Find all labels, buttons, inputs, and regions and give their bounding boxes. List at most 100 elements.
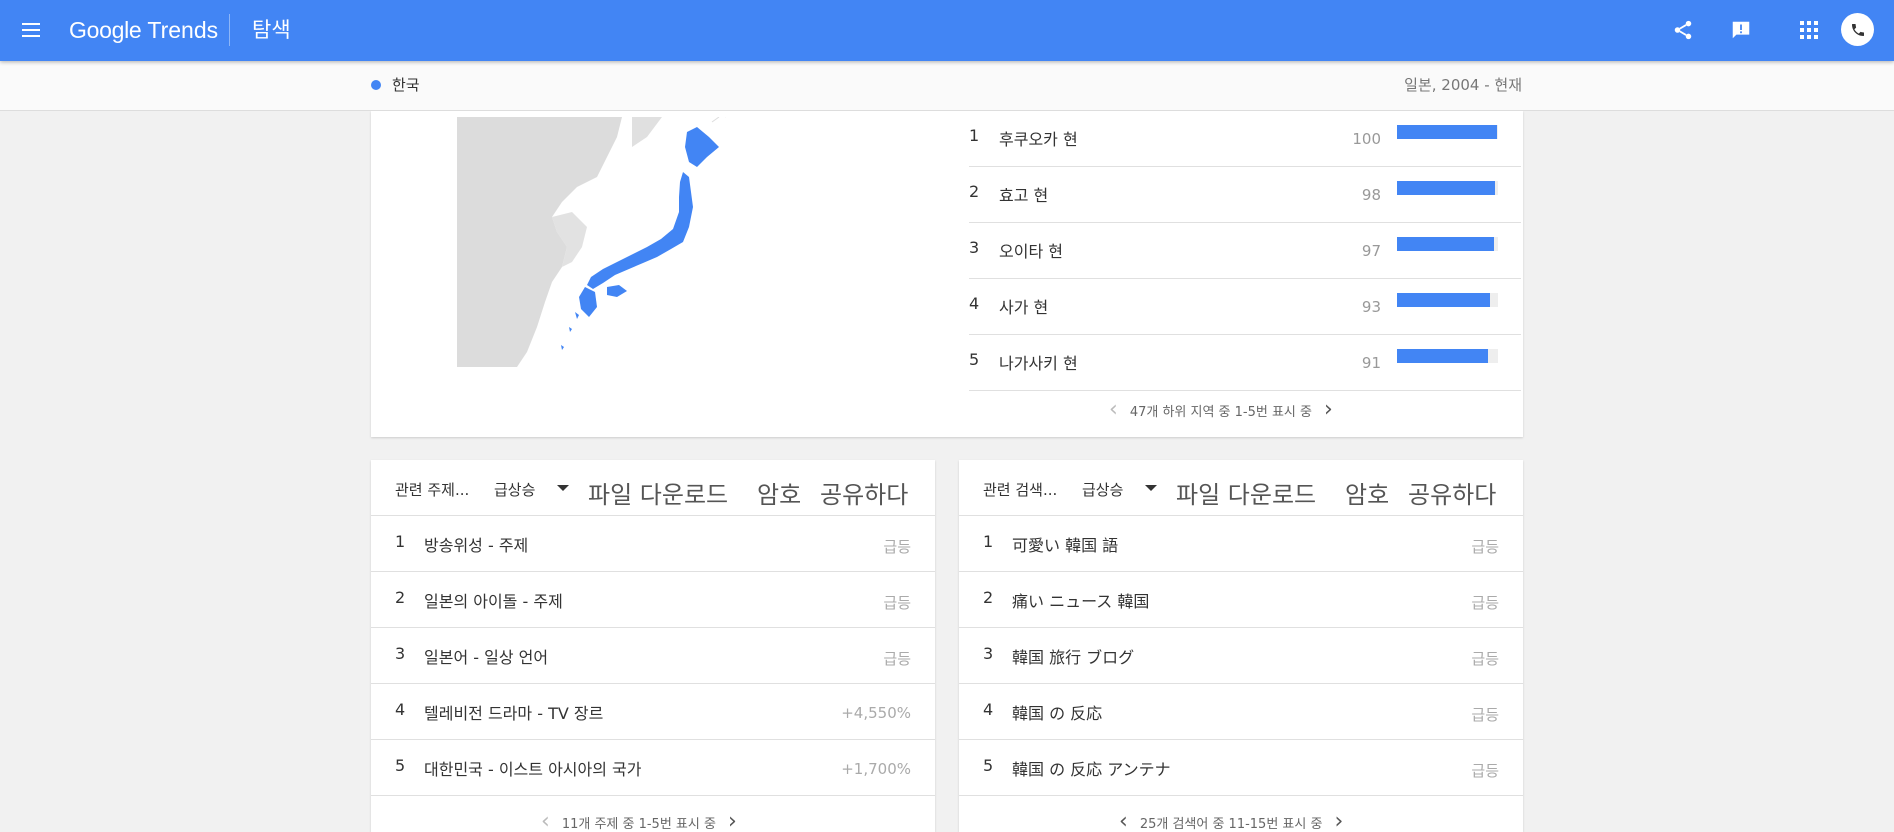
related-topic-row[interactable]: 1 방송위성 - 주제 급등: [371, 516, 935, 572]
region-row[interactable]: 1 후쿠오카 현 100: [969, 111, 1521, 167]
query-value: 급등: [1471, 706, 1499, 724]
related-query-row[interactable]: 5 韓国 の 反応 アンテナ 급등: [959, 740, 1523, 796]
region-bar-track: [1397, 125, 1498, 139]
queries-pager: ‹ 25개 검색어 중 11-15번 표시 중 ›: [1119, 811, 1343, 832]
region-row[interactable]: 4 사가 현 93: [969, 279, 1521, 335]
topic-name: 텔레비전 드라마 - TV 장르: [424, 704, 604, 723]
region-name: 나가사키 현: [999, 354, 1078, 373]
topic-rank: 1: [395, 532, 406, 551]
interest-by-region-card: 1 후쿠오카 현 100 2 효고 현 98 3 오이타 현 97 4 사가 현…: [371, 111, 1523, 437]
related-topic-row[interactable]: 3 일본어 - 일상 언어 급등: [371, 628, 935, 684]
query-value: 급등: [1471, 538, 1499, 556]
search-term-label[interactable]: 한국: [392, 74, 420, 95]
query-name: 韓国 の 反応 アンテナ: [1012, 760, 1171, 779]
topic-name: 일본의 아이돌 - 주제: [424, 592, 563, 611]
region-bar-track: [1397, 237, 1498, 251]
share-icon[interactable]: [1670, 17, 1696, 43]
region-value: 98: [1361, 186, 1381, 204]
topic-rank: 4: [395, 700, 406, 719]
region-name: 효고 현: [999, 186, 1049, 205]
region-row[interactable]: 2 효고 현 98: [969, 167, 1521, 223]
pager-prev-icon[interactable]: ‹: [1119, 811, 1128, 832]
related-queries-filter[interactable]: 급상승: [1082, 479, 1123, 500]
query-name: 韓国 旅行 ブログ: [1012, 648, 1135, 667]
share-button[interactable]: 공유하다: [820, 475, 908, 510]
region-name: 후쿠오카 현: [999, 130, 1078, 149]
related-queries-title: 관련 검색...: [983, 481, 1058, 499]
region-rank: 5: [969, 350, 980, 369]
term-color-dot: [371, 80, 381, 90]
menu-icon[interactable]: [19, 18, 43, 42]
logo-divider: [229, 14, 230, 46]
pager-next-icon[interactable]: ›: [1324, 399, 1333, 421]
topic-name: 방송위성 - 주제: [424, 536, 529, 555]
app-bar: Google Trends 탐색: [0, 0, 1894, 61]
region-bar-fill: [1397, 349, 1488, 363]
query-rank: 5: [983, 756, 994, 775]
logo-trends-text: Trends: [147, 16, 219, 43]
related-topics-title: 관련 주제...: [395, 481, 470, 499]
topic-name: 대한민국 - 이스트 아시아의 국가: [424, 760, 642, 779]
comparison-bar: [0, 61, 1894, 111]
feedback-icon[interactable]: [1728, 17, 1754, 43]
topic-value: 급등: [883, 594, 911, 612]
related-query-row[interactable]: 3 韓国 旅行 ブログ 급등: [959, 628, 1523, 684]
google-trends-logo[interactable]: Google Trends: [69, 14, 218, 46]
page-title: 탐색: [252, 18, 291, 42]
region-bar-fill: [1397, 125, 1497, 139]
related-topic-row[interactable]: 4 텔레비전 드라마 - TV 장르 +4,550%: [371, 684, 935, 740]
related-topics-card: 관련 주제... 급상승 파일 다운로드 암호 공유하다 1 방송위성 - 주제…: [371, 460, 935, 832]
region-pager-text: 47개 하위 지역 중 1-5번 표시 중: [1129, 404, 1312, 420]
embed-button[interactable]: 암호: [1345, 475, 1389, 510]
query-name: 痛い ニュース 韓国: [1012, 592, 1150, 611]
pager-prev-icon[interactable]: ‹: [541, 811, 550, 832]
logo-google-text: Google: [69, 16, 142, 43]
download-button[interactable]: 파일 다운로드: [588, 475, 728, 510]
topic-name: 일본어 - 일상 언어: [424, 648, 549, 667]
region-rank: 3: [969, 238, 980, 257]
query-value: 급등: [1471, 762, 1499, 780]
region-row[interactable]: 3 오이타 현 97: [969, 223, 1521, 279]
share-button[interactable]: 공유하다: [1408, 475, 1496, 510]
apps-grid-icon[interactable]: [1796, 17, 1822, 43]
pager-prev-icon[interactable]: ‹: [1109, 399, 1118, 421]
queries-pager-text: 25개 검색어 중 11-15번 표시 중: [1139, 816, 1323, 832]
region-row[interactable]: 5 나가사키 현 91: [969, 335, 1521, 391]
related-query-row[interactable]: 1 可愛い 韓国 語 급등: [959, 516, 1523, 572]
query-value: 급등: [1471, 594, 1499, 612]
scope-label: 일본, 2004 - 현재: [1404, 76, 1522, 94]
topic-value: +4,550%: [841, 704, 911, 722]
topic-value: +1,700%: [841, 760, 911, 778]
query-rank: 1: [983, 532, 994, 551]
chevron-down-icon[interactable]: [557, 485, 569, 491]
related-topic-row[interactable]: 5 대한민국 - 이스트 아시아의 국가 +1,700%: [371, 740, 935, 796]
related-topics-filter[interactable]: 급상승: [494, 479, 535, 500]
related-topic-row[interactable]: 2 일본의 아이돌 - 주제 급등: [371, 572, 935, 628]
japan-region-map[interactable]: [457, 111, 757, 367]
region-bar-fill: [1397, 293, 1490, 307]
region-bar-track: [1397, 181, 1498, 195]
account-avatar-phone-icon[interactable]: [1841, 13, 1874, 46]
region-name: 오이타 현: [999, 242, 1063, 261]
related-query-row[interactable]: 2 痛い ニュース 韓国 급등: [959, 572, 1523, 628]
region-value: 91: [1361, 354, 1381, 372]
region-name: 사가 현: [999, 298, 1049, 317]
query-rank: 3: [983, 644, 994, 663]
topic-rank: 2: [395, 588, 406, 607]
related-topics-header: 관련 주제... 급상승 파일 다운로드 암호 공유하다: [371, 460, 935, 516]
region-pager: ‹ 47개 하위 지역 중 1-5번 표시 중 ›: [1109, 399, 1333, 421]
related-query-row[interactable]: 4 韓国 の 反応 급등: [959, 684, 1523, 740]
region-bar-track: [1397, 349, 1498, 363]
topic-value: 급등: [883, 650, 911, 668]
query-rank: 4: [983, 700, 994, 719]
region-rank: 4: [969, 294, 980, 313]
topics-pager-text: 11개 주제 중 1-5번 표시 중: [561, 816, 716, 832]
embed-button[interactable]: 암호: [757, 475, 801, 510]
query-name: 韓国 の 反応: [1012, 704, 1103, 723]
chevron-down-icon[interactable]: [1145, 485, 1157, 491]
region-bar-fill: [1397, 181, 1495, 195]
pager-next-icon[interactable]: ›: [728, 811, 737, 832]
download-button[interactable]: 파일 다운로드: [1176, 475, 1316, 510]
pager-next-icon[interactable]: ›: [1334, 811, 1343, 832]
related-queries-header: 관련 검색... 급상승 파일 다운로드 암호 공유하다: [959, 460, 1523, 516]
